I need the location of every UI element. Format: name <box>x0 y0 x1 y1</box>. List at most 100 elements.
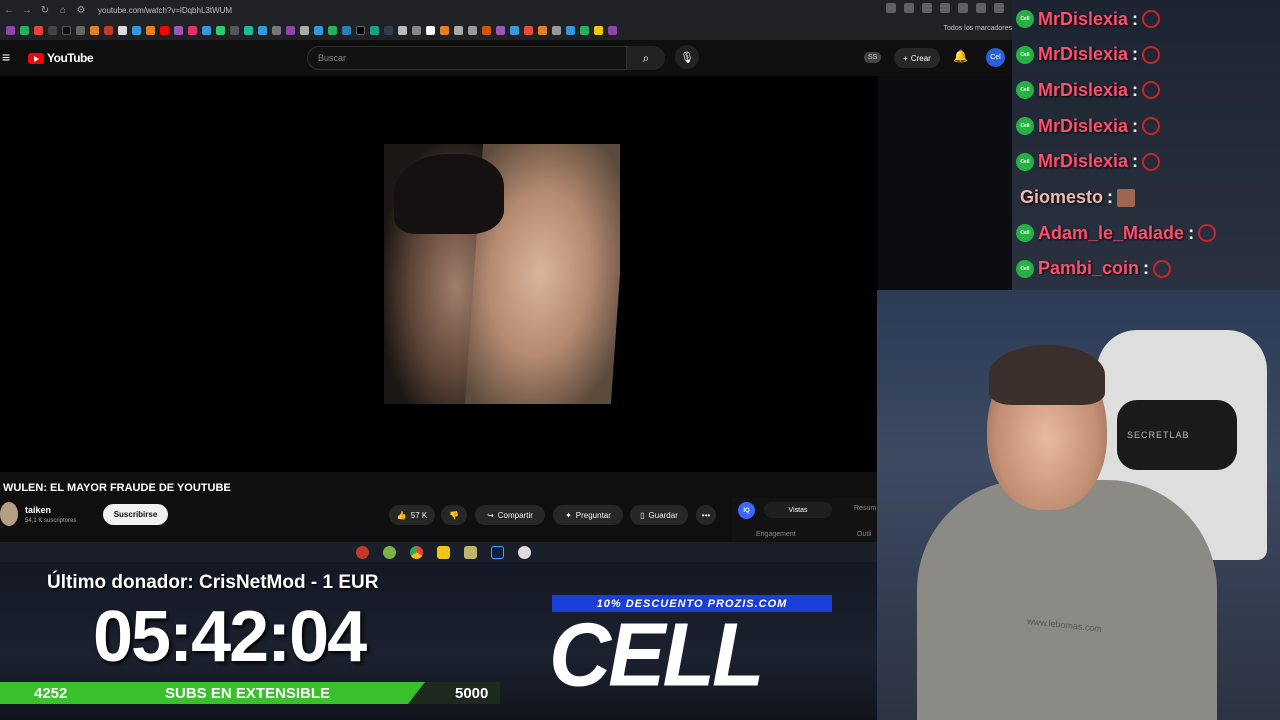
app-icon[interactable] <box>463 545 477 559</box>
notifications-bell-icon[interactable]: 🔔 <box>953 49 968 63</box>
app-icon[interactable] <box>355 545 369 559</box>
bookmark-icon[interactable] <box>230 25 239 35</box>
chat-separator: : <box>1107 187 1114 207</box>
like-button[interactable]: 👍 57 K <box>389 505 435 525</box>
bookmark-icon[interactable] <box>370 25 379 35</box>
chrome-icon[interactable] <box>409 545 423 559</box>
subscribe-button[interactable]: Suscribirse <box>103 504 168 525</box>
bookmark-icon[interactable] <box>566 25 575 35</box>
share-button[interactable]: ↪ Compartir <box>475 505 545 525</box>
extension-tab-resumen[interactable]: Resum <box>854 505 876 512</box>
zoom-icon[interactable] <box>886 3 896 13</box>
bookmark-icon[interactable] <box>594 25 603 35</box>
bookmark-icon[interactable] <box>384 25 393 35</box>
bookmark-icon[interactable] <box>202 25 211 35</box>
extension-logo[interactable]: IQ <box>738 502 755 519</box>
bookmark-icon[interactable] <box>244 25 253 35</box>
bookmark-icon[interactable] <box>426 25 435 35</box>
bookmark-icon[interactable] <box>524 25 533 35</box>
bookmark-icon[interactable] <box>580 25 589 35</box>
bookmark-icon[interactable] <box>34 25 43 35</box>
install-icon[interactable] <box>904 3 914 13</box>
bookmark-icon[interactable] <box>20 25 29 35</box>
bookmark-icon[interactable] <box>342 25 351 35</box>
bookmark-icon[interactable] <box>510 25 519 35</box>
back-icon[interactable]: ← <box>0 1 18 19</box>
folder-icon[interactable] <box>436 545 450 559</box>
channel-name[interactable]: taiken <box>25 505 51 515</box>
app-icon[interactable] <box>517 545 531 559</box>
hair-shape <box>394 154 504 234</box>
ss-badge[interactable]: SS <box>864 52 882 63</box>
subscriber-badge-icon: Cell <box>1016 10 1034 28</box>
account-avatar[interactable]: Cel <box>986 48 1005 67</box>
ask-button[interactable]: ✦ Preguntar <box>553 505 623 525</box>
site-info-icon[interactable]: ⚙ <box>72 1 90 19</box>
search-button[interactable]: ⌕ <box>627 46 665 70</box>
all-bookmarks-folder[interactable]: Todos los marcadores <box>944 25 1012 32</box>
url-bar[interactable]: youtube.com/watch?v=lDqbhL3tWUM <box>98 6 232 15</box>
bookmark-icon[interactable] <box>104 25 113 35</box>
search-input[interactable]: Buscar <box>307 46 627 70</box>
save-label: Guardar <box>648 510 678 520</box>
bookmark-star-icon[interactable] <box>940 3 950 13</box>
extensions-puzzle-icon[interactable] <box>976 3 986 13</box>
bookmark-icon[interactable] <box>118 25 127 35</box>
reload-icon[interactable]: ↻ <box>36 1 54 19</box>
bookmark-icon[interactable] <box>412 25 421 35</box>
bookmark-icon[interactable] <box>90 25 99 35</box>
bookmark-icon[interactable] <box>216 25 225 35</box>
bookmark-icon[interactable] <box>454 25 463 35</box>
share-page-icon[interactable] <box>922 3 932 13</box>
channel-avatar[interactable] <box>0 502 18 526</box>
bookmark-icon[interactable] <box>76 25 85 35</box>
bookmark-icon[interactable] <box>146 25 155 35</box>
forward-icon[interactable]: → <box>18 1 36 19</box>
youtube-logo[interactable]: YouTube <box>28 51 94 65</box>
bookmark-icon[interactable] <box>496 25 505 35</box>
bookmark-icon: ▯ <box>640 510 645 520</box>
bookmark-icon[interactable] <box>258 25 267 35</box>
app-icon[interactable] <box>382 545 396 559</box>
bookmark-icon[interactable] <box>398 25 407 35</box>
bookmark-icon[interactable] <box>174 25 183 35</box>
profile-icon[interactable] <box>994 3 1004 13</box>
extension-engagement-label: Engagement <box>756 531 796 538</box>
bookmark-icon[interactable] <box>314 25 323 35</box>
bookmark-icon[interactable] <box>538 25 547 35</box>
bookmark-icon[interactable] <box>188 25 197 35</box>
bookmark-icon[interactable] <box>62 25 71 35</box>
bookmark-icon[interactable] <box>328 25 337 35</box>
dislike-button[interactable]: 👎 <box>441 505 467 525</box>
emote-icon <box>1142 45 1161 64</box>
subscriber-count: 54,1 K suscriptores <box>25 518 77 524</box>
bookmark-icon[interactable] <box>482 25 491 35</box>
bookmark-icon[interactable] <box>440 25 449 35</box>
more-actions-button[interactable]: ••• <box>696 505 716 525</box>
save-button[interactable]: ▯ Guardar <box>630 505 688 525</box>
subscriber-badge-icon: Cell <box>1016 224 1034 243</box>
voice-search-button[interactable]: 🎙 <box>675 45 699 69</box>
photoshop-icon[interactable] <box>490 545 504 559</box>
extension-icon[interactable] <box>958 3 968 13</box>
hamburger-menu-icon[interactable]: ≡ <box>2 49 10 65</box>
bookmark-icon[interactable] <box>160 25 169 35</box>
chat-message: Giomesto: <box>1020 183 1136 213</box>
bookmark-icon[interactable] <box>468 25 477 35</box>
bookmark-icon[interactable] <box>6 25 15 35</box>
chair-brand: SECRETLAB <box>1127 430 1190 440</box>
bookmark-icon[interactable] <box>552 25 561 35</box>
create-button[interactable]: + Crear <box>894 48 940 68</box>
bookmark-icon[interactable] <box>48 25 57 35</box>
bookmark-icon[interactable] <box>356 25 365 35</box>
sponsor-logo: CELL <box>549 604 765 706</box>
bookmark-icon[interactable] <box>300 25 309 35</box>
extension-tab-vistas[interactable]: Vistas <box>764 502 832 518</box>
bookmark-icon[interactable] <box>286 25 295 35</box>
streamer-body <box>917 480 1217 720</box>
home-icon[interactable]: ⌂ <box>54 1 72 19</box>
subscriber-badge-icon: Cell <box>1016 45 1034 64</box>
bookmark-icon[interactable] <box>608 25 617 35</box>
bookmark-icon[interactable] <box>132 25 141 35</box>
bookmark-icon[interactable] <box>272 25 281 35</box>
